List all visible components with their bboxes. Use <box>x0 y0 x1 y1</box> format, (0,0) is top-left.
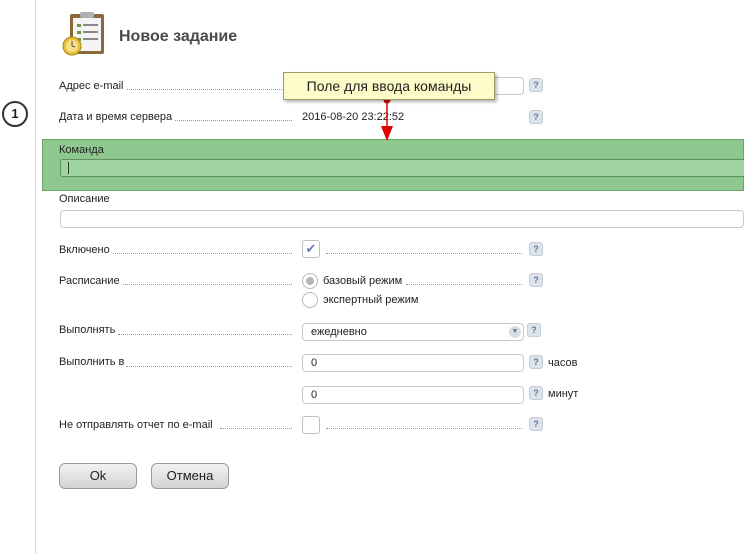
hours-unit: часов <box>548 357 578 369</box>
enabled-help-icon[interactable]: ? <box>529 242 543 256</box>
checkmark-icon: ✔ <box>305 241 317 256</box>
ok-button[interactable]: Ok <box>59 463 137 489</box>
server-time-label: Дата и время сервера <box>59 111 175 123</box>
description-label: Описание <box>59 193 112 205</box>
step-number-badge: 1 <box>2 101 28 127</box>
run-at-label: Выполнить в <box>59 356 127 368</box>
minutes-help-icon[interactable]: ? <box>529 386 543 400</box>
cancel-button[interactable]: Отмена <box>151 463 229 489</box>
no-report-label: Не отправлять отчет по e-mail <box>59 419 215 431</box>
email-label: Адрес e-mail <box>59 80 126 92</box>
schedule-basic-radio[interactable] <box>302 273 318 289</box>
no-report-leader-dots <box>220 428 292 429</box>
hours-help-icon[interactable]: ? <box>529 355 543 369</box>
schedule-trailing-dots <box>406 284 522 285</box>
minutes-unit: минут <box>548 388 579 400</box>
no-report-trailing-dots <box>326 428 522 429</box>
schedule-basic-label: базовый режим <box>323 275 403 287</box>
enabled-trailing-dots <box>326 253 522 254</box>
enabled-leader-dots <box>100 253 292 254</box>
enabled-checkbox[interactable]: ✔ <box>302 240 320 258</box>
no-report-help-icon[interactable]: ? <box>529 417 543 431</box>
run-at-leader-dots <box>126 366 292 367</box>
run-leader-dots <box>118 334 292 335</box>
email-field[interactable] <box>490 77 524 95</box>
text-caret <box>68 162 69 174</box>
schedule-label: Расписание <box>59 275 122 287</box>
server-time-value: 2016-08-20 23:22:52 <box>302 111 405 123</box>
server-time-leader-dots <box>170 120 292 121</box>
run-at-hours-field[interactable]: 0 <box>302 354 524 372</box>
run-help-icon[interactable]: ? <box>527 323 541 337</box>
description-field[interactable] <box>60 210 744 228</box>
server-time-help-icon[interactable]: ? <box>529 110 543 124</box>
run-frequency-value: ежедневно <box>311 326 367 338</box>
command-field[interactable] <box>60 159 744 177</box>
page-title: Новое задание <box>119 28 238 45</box>
email-help-icon[interactable]: ? <box>529 78 543 92</box>
left-divider <box>35 0 36 554</box>
run-frequency-select[interactable]: ежедневно ▼ <box>302 323 524 341</box>
schedule-leader-dots <box>112 284 292 285</box>
command-tooltip: Поле для ввода команды <box>283 72 495 100</box>
schedule-expert-radio[interactable] <box>302 292 318 308</box>
command-label: Команда <box>59 144 104 156</box>
enabled-label: Включено <box>59 244 112 256</box>
schedule-help-icon[interactable]: ? <box>529 273 543 287</box>
email-leader-dots <box>120 89 282 90</box>
run-at-minutes-field[interactable]: 0 <box>302 386 524 404</box>
schedule-expert-label: экспертный режим <box>323 294 419 306</box>
task-clipboard-icon <box>62 12 104 56</box>
run-label: Выполнять <box>59 324 118 336</box>
command-highlight: Команда <box>42 139 744 191</box>
chevron-down-icon: ▼ <box>509 326 521 338</box>
no-report-checkbox[interactable] <box>302 416 320 434</box>
